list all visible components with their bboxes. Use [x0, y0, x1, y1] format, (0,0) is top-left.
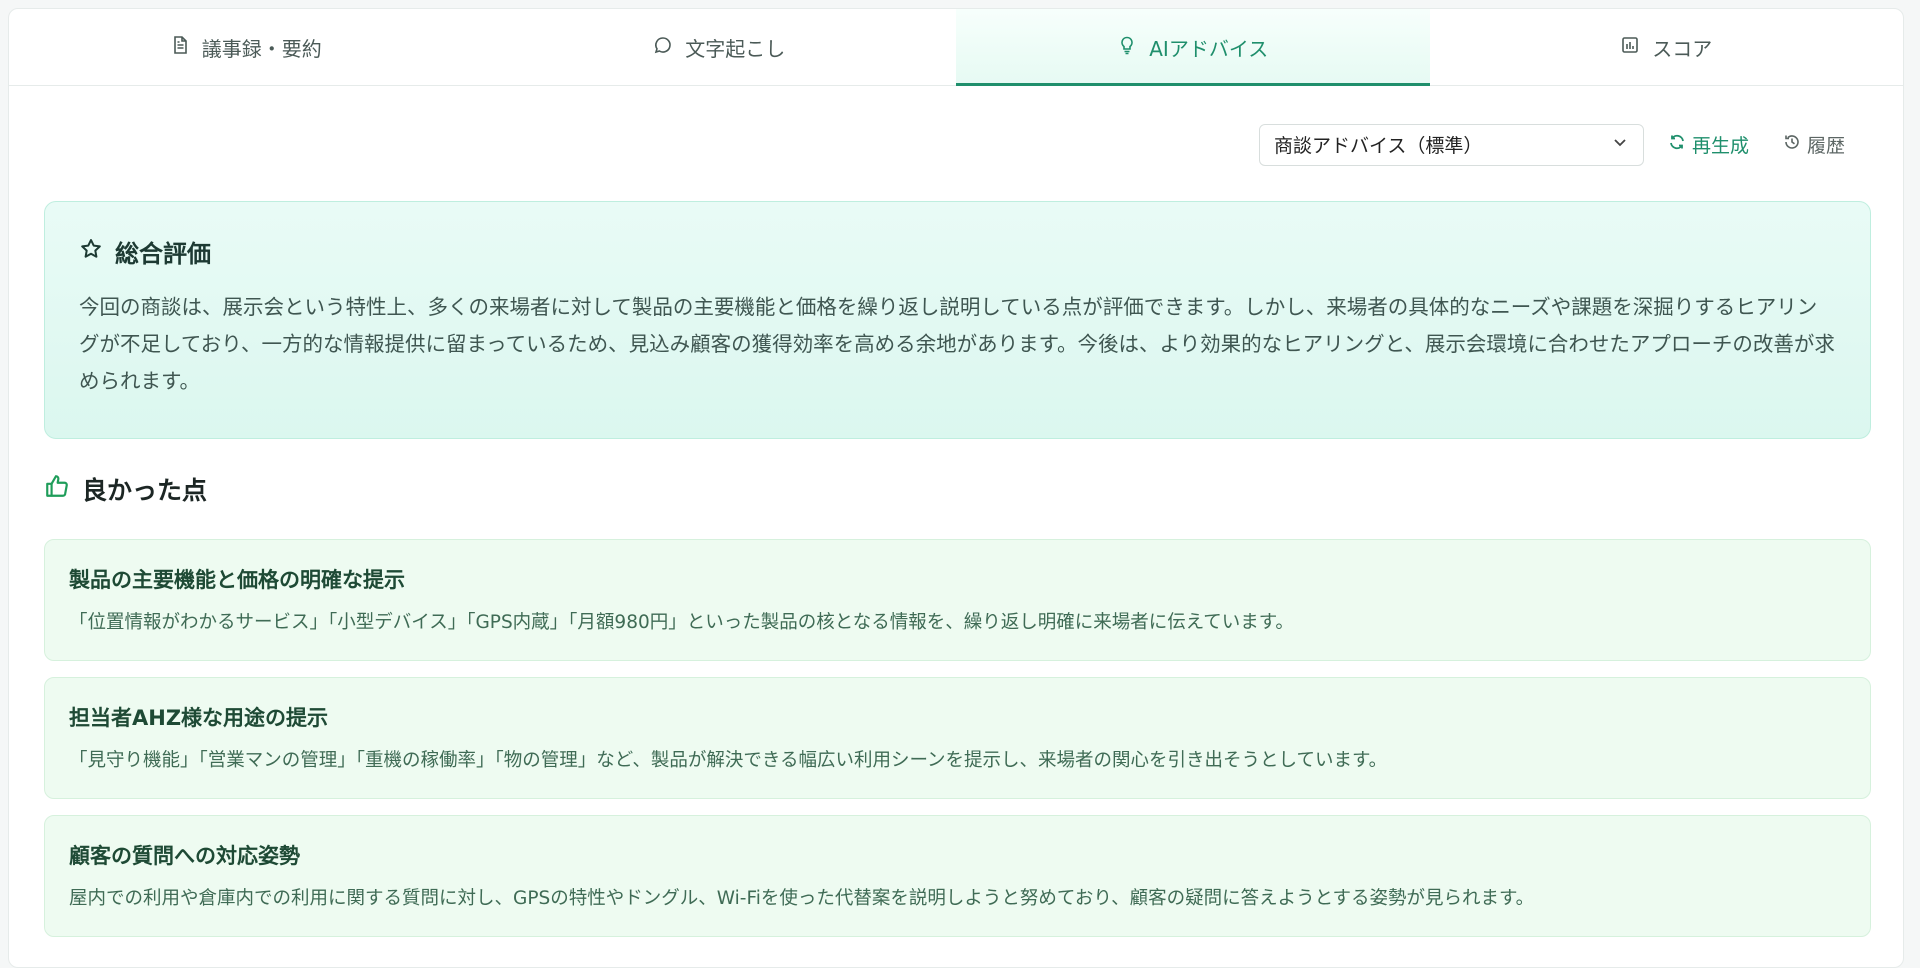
- history-label: 履歴: [1806, 135, 1845, 157]
- advice-toolbar: 商談アドバイス（標準） 再生成 履歴: [1258, 123, 1855, 166]
- tab-bar: 議事録・要約 文字起こし AIアドバイス スコア: [9, 9, 1903, 86]
- lightbulb-icon: [1117, 35, 1137, 60]
- main-card: 議事録・要約 文字起こし AIアドバイス スコア 商談アドバイス（標準） 再生成…: [8, 8, 1904, 968]
- overall-evaluation-card: 総合評価 今回の商談は、展示会という特性上、多くの来場者に対して製品の主要機能と…: [44, 201, 1871, 439]
- tab-score[interactable]: スコア: [1430, 9, 1904, 85]
- good-point-title: 顧客の質問への対応姿勢: [69, 844, 300, 868]
- good-point-title: 担当者AHZ様な用途の提示: [69, 706, 329, 730]
- good-point-item: 製品の主要機能と価格の明確な提示 「位置情報がわかるサービス」「小型デバイス」「…: [44, 539, 1871, 661]
- select-value: 商談アドバイス（標準）: [1273, 135, 1483, 157]
- tab-ai-advice[interactable]: AIアドバイス: [956, 9, 1430, 86]
- chevron-down-icon: [1611, 133, 1629, 156]
- bar-chart-icon: [1620, 35, 1640, 60]
- thumbs-up-icon: [44, 473, 70, 505]
- history-icon: [1783, 133, 1801, 156]
- good-point-item: 顧客の質問への対応姿勢 屋内での利用や倉庫内での利用に関する質問に対し、GPSの…: [44, 815, 1871, 937]
- refresh-icon: [1668, 133, 1686, 156]
- document-icon: [170, 35, 190, 60]
- good-point-text: 「見守り機能」「営業マンの管理」「重機の稼働率」「物の管理」など、製品が解決でき…: [69, 750, 1388, 771]
- tab-label: 文字起こし: [685, 36, 786, 61]
- regenerate-button[interactable]: 再生成: [1658, 123, 1759, 166]
- overall-evaluation-heading: 総合評価: [79, 234, 1836, 269]
- tab-label: AIアドバイス: [1149, 36, 1269, 61]
- advice-type-select[interactable]: 商談アドバイス（標準）: [1258, 123, 1644, 166]
- tab-label: 議事録・要約: [201, 36, 322, 61]
- good-points-heading: 良かった点: [44, 471, 207, 507]
- star-icon: [79, 237, 103, 267]
- chat-bubble-icon: [653, 35, 673, 60]
- history-button[interactable]: 履歴: [1773, 123, 1855, 166]
- summary-title: 総合評価: [115, 240, 211, 268]
- tab-minutes-summary[interactable]: 議事録・要約: [9, 9, 483, 85]
- tab-transcript[interactable]: 文字起こし: [483, 9, 957, 85]
- summary-text: 今回の商談は、展示会という特性上、多くの来場者に対して製品の主要機能と価格を繰り…: [79, 295, 1835, 393]
- tab-label: スコア: [1652, 36, 1713, 61]
- regenerate-label: 再生成: [1691, 135, 1749, 157]
- good-point-title: 製品の主要機能と価格の明確な提示: [69, 568, 405, 592]
- good-point-item: 担当者AHZ様な用途の提示 「見守り機能」「営業マンの管理」「重機の稼働率」「物…: [44, 677, 1871, 799]
- good-points-title: 良かった点: [82, 476, 208, 505]
- good-point-text: 「位置情報がわかるサービス」「小型デバイス」「GPS内蔵」「月額980円」といっ…: [69, 612, 1294, 633]
- good-point-text: 屋内での利用や倉庫内での利用に関する質問に対し、GPSの特性やドングル、Wi-F…: [69, 888, 1535, 909]
